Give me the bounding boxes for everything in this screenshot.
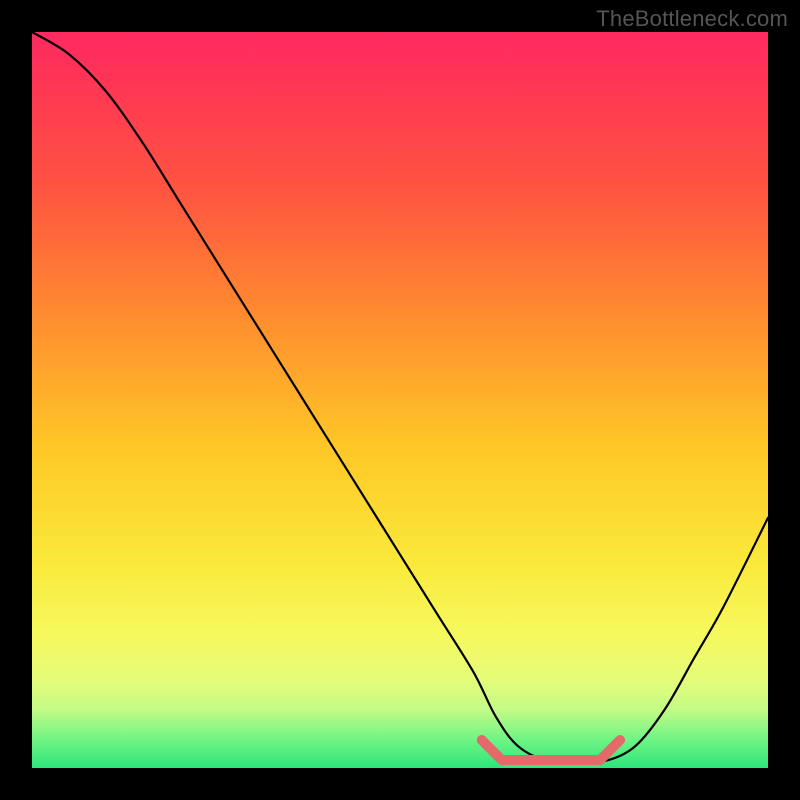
chart-frame: TheBottleneck.com xyxy=(0,0,800,800)
curve-svg xyxy=(32,32,768,768)
plot-area xyxy=(32,32,768,768)
watermark-text: TheBottleneck.com xyxy=(596,6,788,32)
bottleneck-curve xyxy=(32,32,768,762)
